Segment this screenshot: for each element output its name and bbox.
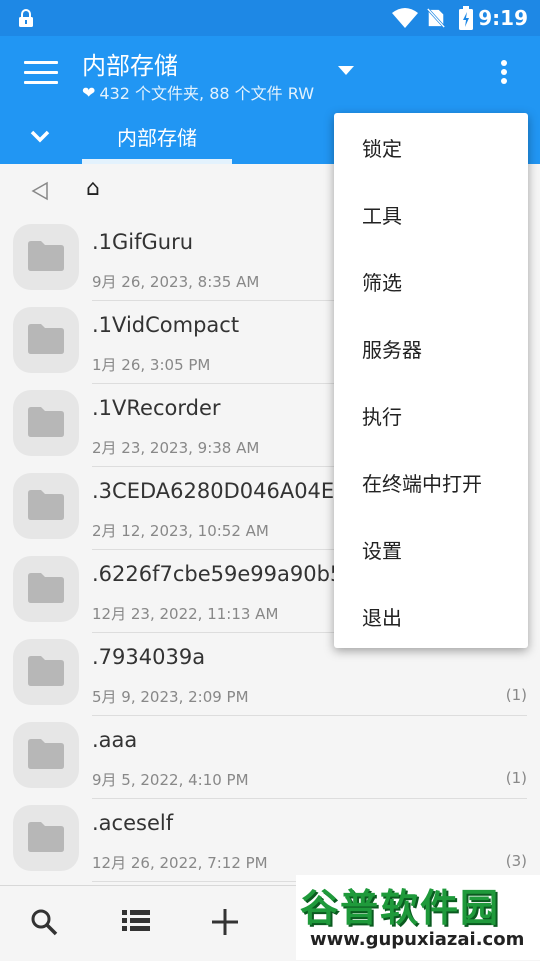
file-date: 2月 12, 2023, 10:52 AM xyxy=(92,522,269,540)
watermark-logo: 谷普软件园 xyxy=(300,886,501,930)
heart-icon[interactable]: ❤ xyxy=(82,83,95,102)
file-name: .1VidCompact xyxy=(92,313,240,337)
file-name: .7934039a xyxy=(92,645,206,669)
file-date: 12月 23, 2022, 11:13 AM xyxy=(92,605,279,623)
file-name: .6226f7cbe59e99a90b5 xyxy=(92,562,344,586)
menu-item-execute[interactable]: 执行 xyxy=(362,401,402,430)
page-title: 内部存储 xyxy=(82,52,178,80)
file-name: .aceself xyxy=(92,811,174,835)
wifi-icon xyxy=(392,8,418,28)
file-date: 12月 26, 2022, 7:12 PM xyxy=(92,854,268,872)
chevron-down-icon[interactable] xyxy=(28,124,52,148)
status-bar: 9:19 xyxy=(0,0,540,36)
folder-icon xyxy=(13,224,79,290)
app-bar: 内部存储 ❤ 432 个文件夹, 88 个文件 RW xyxy=(0,36,540,112)
tab-label: 内部存储 xyxy=(117,126,197,150)
storage-summary: ❤ 432 个文件夹, 88 个文件 RW xyxy=(82,80,314,104)
overflow-menu: 锁定工具筛选服务器执行在终端中打开 设置退出 xyxy=(334,113,528,648)
list-view-icon[interactable] xyxy=(122,908,150,934)
file-name: .3CEDA6280D046A04EC xyxy=(92,479,349,503)
file-date: 9月 5, 2022, 4:10 PM xyxy=(92,771,249,789)
file-name: .aaa xyxy=(92,728,138,752)
more-options-icon[interactable] xyxy=(498,60,510,88)
lock-icon xyxy=(19,9,33,27)
file-date: 5月 9, 2023, 2:09 PM xyxy=(92,688,249,706)
home-icon[interactable]: ⌂ xyxy=(86,176,100,201)
folder-icon xyxy=(13,307,79,373)
folder-icon xyxy=(13,390,79,456)
menu-item-exit[interactable]: 退出 xyxy=(362,602,402,631)
storage-summary-text: 432 个文件夹, 88 个文件 RW xyxy=(99,84,315,103)
folder-icon xyxy=(13,722,79,788)
menu-item-open-in-terminal[interactable]: 在终端中打开 xyxy=(362,468,482,497)
menu-item-settings[interactable]: 设置 xyxy=(362,535,402,564)
file-date: 2月 23, 2023, 9:38 AM xyxy=(92,439,260,457)
file-name: .1GifGuru xyxy=(92,230,194,254)
folder-icon xyxy=(13,805,79,871)
add-icon[interactable] xyxy=(210,907,240,937)
item-count: (3) xyxy=(505,852,527,870)
menu-item-servers[interactable]: 服务器 xyxy=(362,334,422,363)
watermark-url: www.gupuxiazai.com xyxy=(310,929,525,950)
menu-item-lock[interactable]: 锁定 xyxy=(362,133,402,162)
battery-icon xyxy=(459,6,473,30)
list-item[interactable]: .aaa 9月 5, 2022, 4:10 PM (1) xyxy=(0,716,540,799)
no-sim-icon xyxy=(426,8,446,28)
watermark: 谷普软件园 www.gupuxiazai.com xyxy=(296,875,540,960)
hamburger-menu-icon[interactable] xyxy=(24,61,58,85)
folder-icon xyxy=(13,639,79,705)
dropdown-arrow-icon[interactable] xyxy=(338,66,354,75)
folder-icon xyxy=(13,473,79,539)
list-item[interactable]: .aceself 12月 26, 2022, 7:12 PM (3) xyxy=(0,799,540,882)
menu-item-filter[interactable]: 筛选 xyxy=(362,267,402,296)
search-icon[interactable] xyxy=(30,908,58,936)
file-date: 1月 26, 3:05 PM xyxy=(92,356,211,374)
clock: 9:19 xyxy=(478,6,528,30)
file-date: 9月 26, 2023, 8:35 AM xyxy=(92,273,260,291)
item-count: (1) xyxy=(505,769,527,787)
menu-item-tools[interactable]: 工具 xyxy=(362,200,402,229)
file-name: .1VRecorder xyxy=(92,396,221,420)
back-triangle-icon[interactable] xyxy=(30,181,50,201)
tab-internal-storage[interactable]: 内部存储 xyxy=(82,112,232,164)
item-count: (1) xyxy=(505,686,527,704)
folder-icon xyxy=(13,556,79,622)
